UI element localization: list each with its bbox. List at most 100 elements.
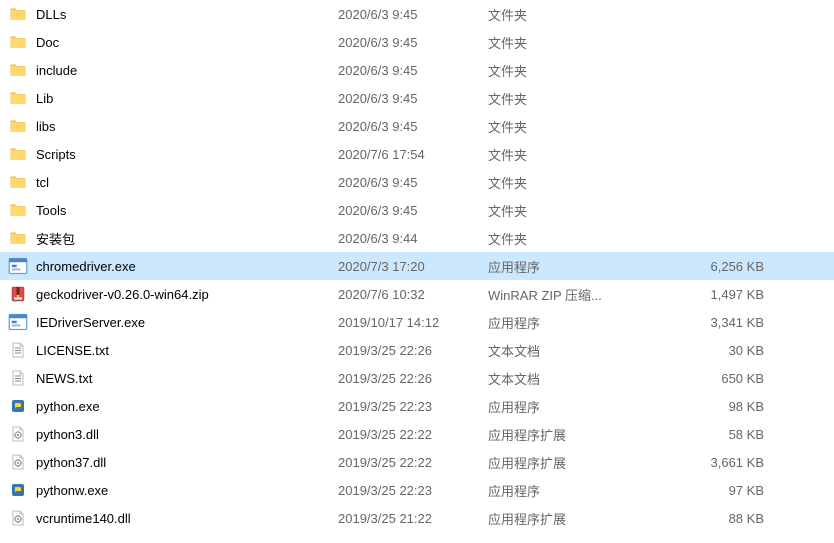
file-type: 文件夹 (488, 61, 648, 80)
folder-icon (8, 4, 28, 24)
folder-icon (8, 32, 28, 52)
file-row[interactable]: pythonw.exe2019/3/25 22:23应用程序97 KB (0, 476, 834, 504)
txt-icon (8, 368, 28, 388)
folder-icon (8, 200, 28, 220)
file-size: 97 KB (648, 483, 788, 498)
file-size: 3,341 KB (648, 315, 788, 330)
file-size: 88 KB (648, 511, 788, 526)
file-size: 3,661 KB (648, 455, 788, 470)
file-row[interactable]: geckodriver-v0.26.0-win64.zip 2020/7/6 10… (0, 280, 834, 308)
file-name: DLLs (36, 7, 66, 22)
folder-icon (8, 172, 28, 192)
file-type: 文件夹 (488, 145, 648, 164)
file-date: 2019/3/25 22:22 (338, 455, 488, 470)
file-date: 2020/7/3 17:20 (338, 259, 488, 274)
file-name: python37.dll (36, 455, 106, 470)
file-size: 30 KB (648, 343, 788, 358)
file-type: WinRAR ZIP 压缩... (488, 285, 648, 304)
file-date: 2019/3/25 22:26 (338, 371, 488, 386)
file-name: 安装包 (36, 229, 75, 248)
file-date: 2020/6/3 9:45 (338, 7, 488, 22)
file-type: 文件夹 (488, 5, 648, 24)
file-name: geckodriver-v0.26.0-win64.zip (36, 287, 209, 302)
file-row[interactable]: vcruntime140.dll 2019/3/25 21:22应用程序扩展88 … (0, 504, 834, 532)
folder-icon (8, 144, 28, 164)
file-size: 1,497 KB (648, 287, 788, 302)
file-date: 2019/3/25 22:23 (338, 399, 488, 414)
file-size: 98 KB (648, 399, 788, 414)
file-row[interactable]: Lib 2020/6/3 9:45文件夹 (0, 84, 834, 112)
file-row[interactable]: LICENSE.txt 2019/3/25 22:26文本文档30 KB (0, 336, 834, 364)
file-name: python3.dll (36, 427, 99, 442)
file-type: 应用程序扩展 (488, 453, 648, 472)
file-name: Doc (36, 35, 59, 50)
file-name: Lib (36, 91, 53, 106)
file-date: 2020/6/3 9:44 (338, 231, 488, 246)
file-name: IEDriverServer.exe (36, 315, 145, 330)
file-row[interactable]: DLLs 2020/6/3 9:45文件夹 (0, 0, 834, 28)
file-size: 650 KB (648, 371, 788, 386)
file-date: 2020/6/3 9:45 (338, 35, 488, 50)
file-row[interactable]: NEWS.txt2019/3/25 22:26文本文档650 KB (0, 364, 834, 392)
file-date: 2020/6/3 9:45 (338, 119, 488, 134)
file-name: tcl (36, 175, 49, 190)
folder-icon (8, 228, 28, 248)
file-list[interactable]: DLLs2020/6/3 9:45文件夹Doc2020/6/3 9:45文件夹i… (0, 0, 834, 532)
file-date: 2019/3/25 22:26 (338, 343, 488, 358)
file-date: 2019/3/25 21:22 (338, 511, 488, 526)
py-icon (8, 480, 28, 500)
file-date: 2020/7/6 17:54 (338, 147, 488, 162)
file-type: 文件夹 (488, 117, 648, 136)
dll-icon (8, 508, 28, 528)
file-name: vcruntime140.dll (36, 511, 131, 526)
file-type: 文件夹 (488, 33, 648, 52)
folder-icon (8, 88, 28, 108)
file-name: LICENSE.txt (36, 343, 109, 358)
folder-icon (8, 60, 28, 80)
dll-icon (8, 424, 28, 444)
txt-icon (8, 340, 28, 360)
zip-icon (8, 284, 28, 304)
exe-blue-icon (8, 312, 28, 332)
file-name: NEWS.txt (36, 371, 92, 386)
file-type: 应用程序 (488, 257, 648, 276)
file-row[interactable]: python37.dll 2019/3/25 22:22应用程序扩展3,661 K… (0, 448, 834, 476)
file-name: python.exe (36, 399, 100, 414)
file-row[interactable]: libs 2020/6/3 9:45文件夹 (0, 112, 834, 140)
file-type: 文本文档 (488, 341, 648, 360)
file-name: libs (36, 119, 56, 134)
file-date: 2019/3/25 22:22 (338, 427, 488, 442)
file-type: 应用程序 (488, 397, 648, 416)
file-row[interactable]: tcl 2020/6/3 9:45文件夹 (0, 168, 834, 196)
file-row[interactable]: Scripts 2020/7/6 17:54文件夹 (0, 140, 834, 168)
dll-icon (8, 452, 28, 472)
file-name: chromedriver.exe (36, 259, 136, 274)
file-date: 2020/6/3 9:45 (338, 63, 488, 78)
file-date: 2020/6/3 9:45 (338, 91, 488, 106)
file-name: include (36, 63, 77, 78)
file-date: 2020/6/3 9:45 (338, 203, 488, 218)
file-name: Scripts (36, 147, 76, 162)
file-type: 应用程序 (488, 313, 648, 332)
file-row[interactable]: python3.dll2019/3/25 22:22应用程序扩展58 KB (0, 420, 834, 448)
file-size: 6,256 KB (648, 259, 788, 274)
folder-icon (8, 116, 28, 136)
file-row[interactable]: Doc 2020/6/3 9:45文件夹 (0, 28, 834, 56)
file-type: 应用程序扩展 (488, 509, 648, 528)
file-type: 文件夹 (488, 89, 648, 108)
file-row[interactable]: python.exe 2019/3/25 22:23应用程序98 KB (0, 392, 834, 420)
file-row[interactable]: include 2020/6/3 9:45文件夹 (0, 56, 834, 84)
file-date: 2020/7/6 10:32 (338, 287, 488, 302)
file-row[interactable]: Tools2020/6/3 9:45文件夹 (0, 196, 834, 224)
file-row[interactable]: 安装包 2020/6/3 9:44文件夹 (0, 224, 834, 252)
file-type: 文件夹 (488, 229, 648, 248)
file-row[interactable]: chromedriver.exe 2020/7/3 17:20应用程序6,256 … (0, 252, 834, 280)
file-type: 文件夹 (488, 173, 648, 192)
file-type: 文件夹 (488, 201, 648, 220)
file-row[interactable]: IEDriverServer.exe 2019/10/17 14:12应用程序3,… (0, 308, 834, 336)
file-date: 2020/6/3 9:45 (338, 175, 488, 190)
py-icon (8, 396, 28, 416)
file-date: 2019/10/17 14:12 (338, 315, 488, 330)
file-date: 2019/3/25 22:23 (338, 483, 488, 498)
file-size: 58 KB (648, 427, 788, 442)
